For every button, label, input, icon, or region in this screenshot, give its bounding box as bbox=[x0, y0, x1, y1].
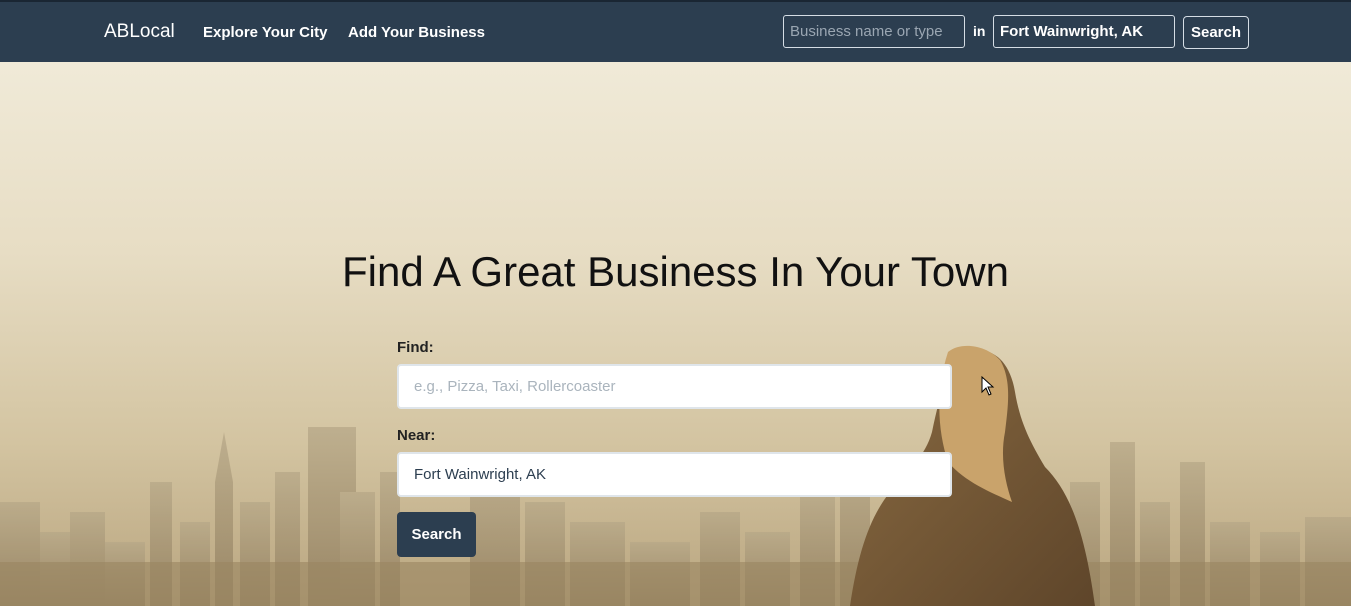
hero-search-button[interactable]: Search bbox=[397, 512, 476, 557]
find-input[interactable] bbox=[397, 364, 952, 409]
nav-location-input[interactable] bbox=[993, 15, 1175, 48]
hero-section: Find A Great Business In Your Town Find:… bbox=[0, 62, 1351, 606]
brand-logo[interactable]: ABLocal bbox=[104, 21, 175, 43]
nav-business-search-input[interactable] bbox=[783, 15, 965, 48]
near-label: Near: bbox=[397, 427, 436, 444]
nav-in-label: in bbox=[973, 23, 986, 39]
nav-link-add-business[interactable]: Add Your Business bbox=[348, 24, 485, 41]
find-label: Find: bbox=[397, 339, 434, 356]
nav-search-button[interactable]: Search bbox=[1183, 16, 1249, 49]
nav-link-explore-city[interactable]: Explore Your City bbox=[203, 24, 327, 41]
top-navbar: ABLocal Explore Your City Add Your Busin… bbox=[0, 0, 1351, 62]
near-input[interactable] bbox=[397, 452, 952, 497]
mouse-cursor-icon bbox=[981, 376, 995, 396]
hero-title: Find A Great Business In Your Town bbox=[342, 248, 1009, 295]
city-skyline-background bbox=[0, 345, 1351, 606]
